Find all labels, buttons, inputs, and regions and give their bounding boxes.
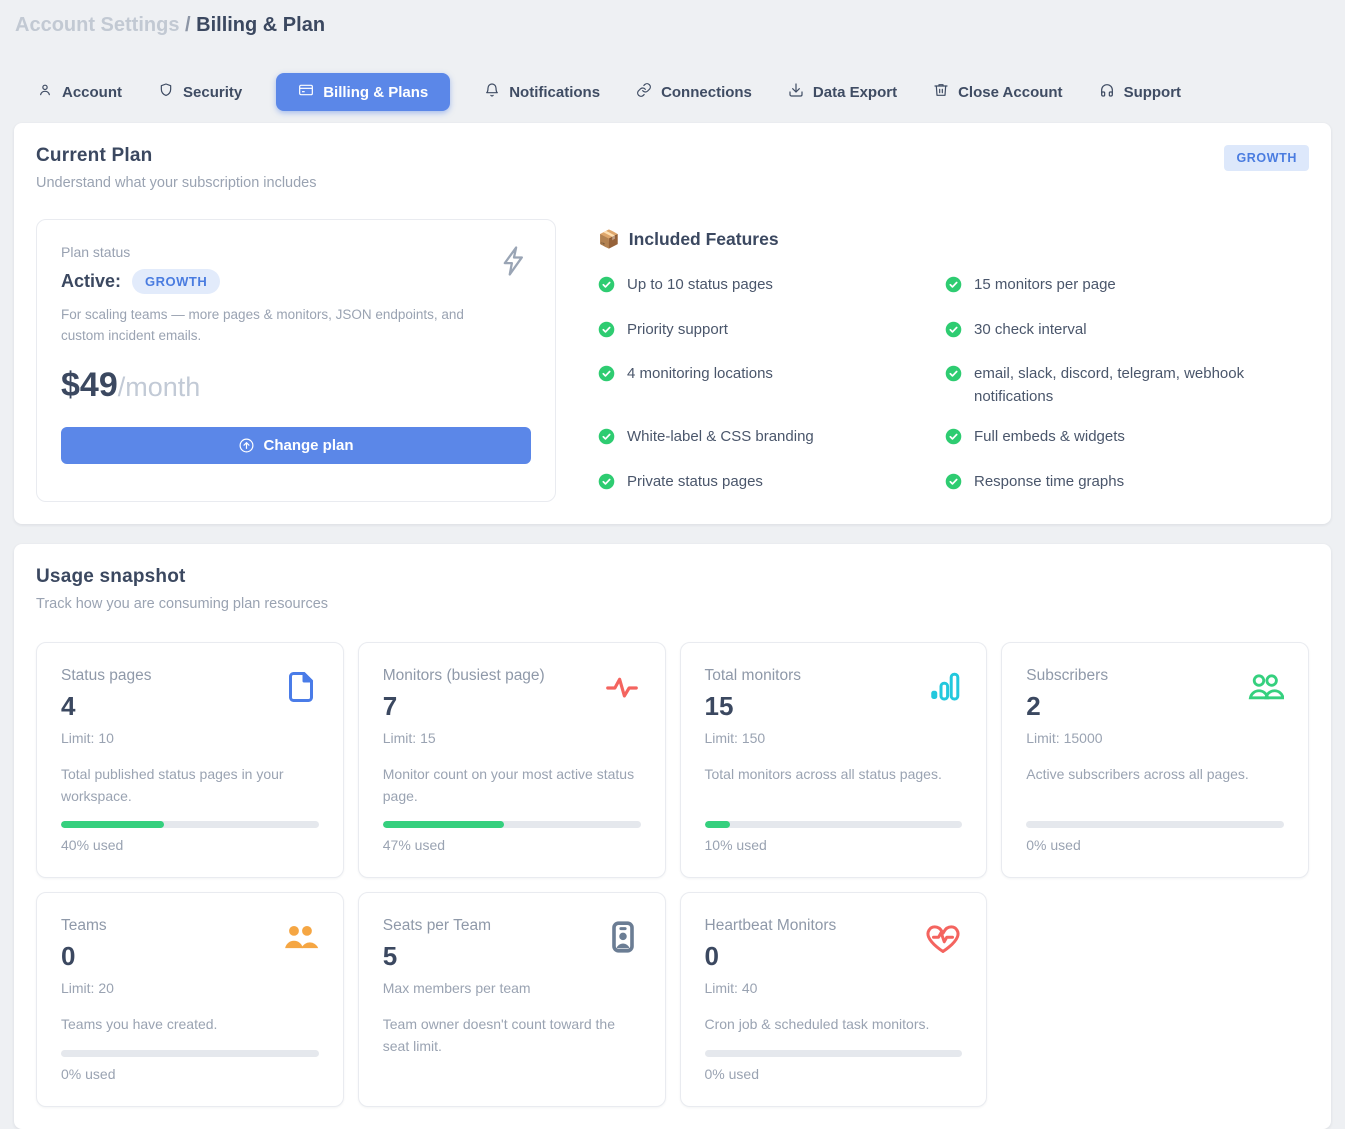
link-icon xyxy=(636,82,652,102)
tab-support[interactable]: Support xyxy=(1097,73,1184,111)
tab-account[interactable]: Account xyxy=(35,73,124,111)
progress-bar: 40% used xyxy=(61,807,319,853)
feature-item: Priority support xyxy=(598,319,945,346)
check-circle-icon xyxy=(945,426,962,453)
page-title: Billing & Plan xyxy=(196,14,325,36)
usage-title: Usage snapshot xyxy=(36,566,1309,588)
feature-item: 15 monitors per page xyxy=(945,274,1309,301)
check-circle-icon xyxy=(945,471,962,498)
empty-grid-cell xyxy=(1001,892,1309,1107)
pulse-icon xyxy=(603,669,641,712)
file-icon xyxy=(283,669,319,710)
arrow-up-circle-icon xyxy=(238,437,255,454)
feature-item: Up to 10 status pages xyxy=(598,274,945,301)
check-circle-icon xyxy=(945,319,962,346)
tab-data-export[interactable]: Data Export xyxy=(786,73,899,111)
shield-icon xyxy=(158,82,174,102)
check-circle-icon xyxy=(598,471,615,498)
download-icon xyxy=(788,82,804,102)
usage-card-status-pages: Status pages 4 Limit: 10 Total published… xyxy=(36,642,344,878)
features-grid: Up to 10 status pages 15 monitors per pa… xyxy=(598,274,1309,497)
feature-item: email, slack, discord, telegram, webhook… xyxy=(945,363,1309,408)
progress-bar: 10% used xyxy=(705,807,963,853)
check-circle-icon xyxy=(598,319,615,346)
progress-bar: 0% used xyxy=(705,1036,963,1082)
usage-snapshot-card: Usage snapshot Track how you are consumi… xyxy=(14,544,1331,1129)
feature-item: 4 monitoring locations xyxy=(598,363,945,408)
check-circle-icon xyxy=(598,274,615,301)
tab-connections[interactable]: Connections xyxy=(634,73,754,111)
credit-card-icon xyxy=(298,82,314,102)
tab-close-account[interactable]: Close Account xyxy=(931,73,1064,111)
bar-chart-icon xyxy=(926,669,962,710)
tab-billing-plans[interactable]: Billing & Plans xyxy=(276,73,450,111)
tab-notifications[interactable]: Notifications xyxy=(482,73,602,111)
check-circle-icon xyxy=(945,274,962,301)
feature-item: Private status pages xyxy=(598,471,945,498)
lightning-icon xyxy=(497,244,531,283)
usage-grid: Status pages 4 Limit: 10 Total published… xyxy=(36,642,1309,1107)
usage-card-subscribers: Subscribers 2 Limit: 15000 Active subscr… xyxy=(1001,642,1309,878)
progress-bar: 0% used xyxy=(1026,807,1284,853)
plan-status-badge: GROWTH xyxy=(132,269,220,294)
feature-item: Full embeds & widgets xyxy=(945,426,1309,453)
feature-item: 30 check interval xyxy=(945,319,1309,346)
included-features: 📦 Included Features Up to 10 status page… xyxy=(598,219,1309,502)
plan-status-value: Active: xyxy=(61,271,121,292)
check-circle-icon xyxy=(945,363,962,390)
change-plan-button[interactable]: Change plan xyxy=(61,427,531,464)
progress-bar: 47% used xyxy=(383,807,641,853)
heart-pulse-icon xyxy=(924,919,962,962)
users-icon xyxy=(1246,669,1284,712)
id-badge-icon xyxy=(605,919,641,960)
package-icon: 📦 xyxy=(598,229,620,250)
check-circle-icon xyxy=(598,426,615,453)
feature-item: Response time graphs xyxy=(945,471,1309,498)
settings-tab-bar: Account Security Billing & Plans Notific… xyxy=(14,73,1331,111)
usage-card-monitors-busiest: Monitors (busiest page) 7 Limit: 15 Moni… xyxy=(358,642,666,878)
current-plan-card: Current Plan Understand what your subscr… xyxy=(14,123,1331,524)
breadcrumb-separator: / xyxy=(185,14,191,36)
plan-price: $49/month xyxy=(61,366,531,405)
current-plan-title: Current Plan xyxy=(36,145,316,167)
price-amount: $49 xyxy=(61,366,118,404)
plan-status-card: Plan status Active: GROWTH For scaling t… xyxy=(36,219,556,502)
usage-card-total-monitors: Total monitors 15 Limit: 150 Total monit… xyxy=(680,642,988,878)
current-plan-subtitle: Understand what your subscription includ… xyxy=(36,175,316,191)
usage-card-heartbeat-monitors: Heartbeat Monitors 0 Limit: 40 Cron job … xyxy=(680,892,988,1107)
tab-security[interactable]: Security xyxy=(156,73,244,111)
features-heading: Included Features xyxy=(629,229,779,250)
headset-icon xyxy=(1099,82,1115,102)
usage-subtitle: Track how you are consuming plan resourc… xyxy=(36,596,1309,612)
progress-bar: 0% used xyxy=(61,1036,319,1082)
plan-description: For scaling teams — more pages & monitor… xyxy=(61,305,486,347)
plan-status-label: Plan status xyxy=(61,244,531,260)
check-circle-icon xyxy=(598,363,615,390)
team-icon xyxy=(281,919,319,962)
plan-badge: GROWTH xyxy=(1224,145,1309,171)
usage-card-teams: Teams 0 Limit: 20 Teams you have created… xyxy=(36,892,344,1107)
usage-card-seats-per-team: Seats per Team 5 Max members per team Te… xyxy=(358,892,666,1107)
breadcrumb: Account Settings / Billing & Plan xyxy=(14,14,1331,37)
breadcrumb-section[interactable]: Account Settings xyxy=(15,14,179,36)
feature-item: White-label & CSS branding xyxy=(598,426,945,453)
bell-icon xyxy=(484,82,500,102)
user-icon xyxy=(37,82,53,102)
price-period: /month xyxy=(118,372,201,402)
trash-icon xyxy=(933,82,949,102)
